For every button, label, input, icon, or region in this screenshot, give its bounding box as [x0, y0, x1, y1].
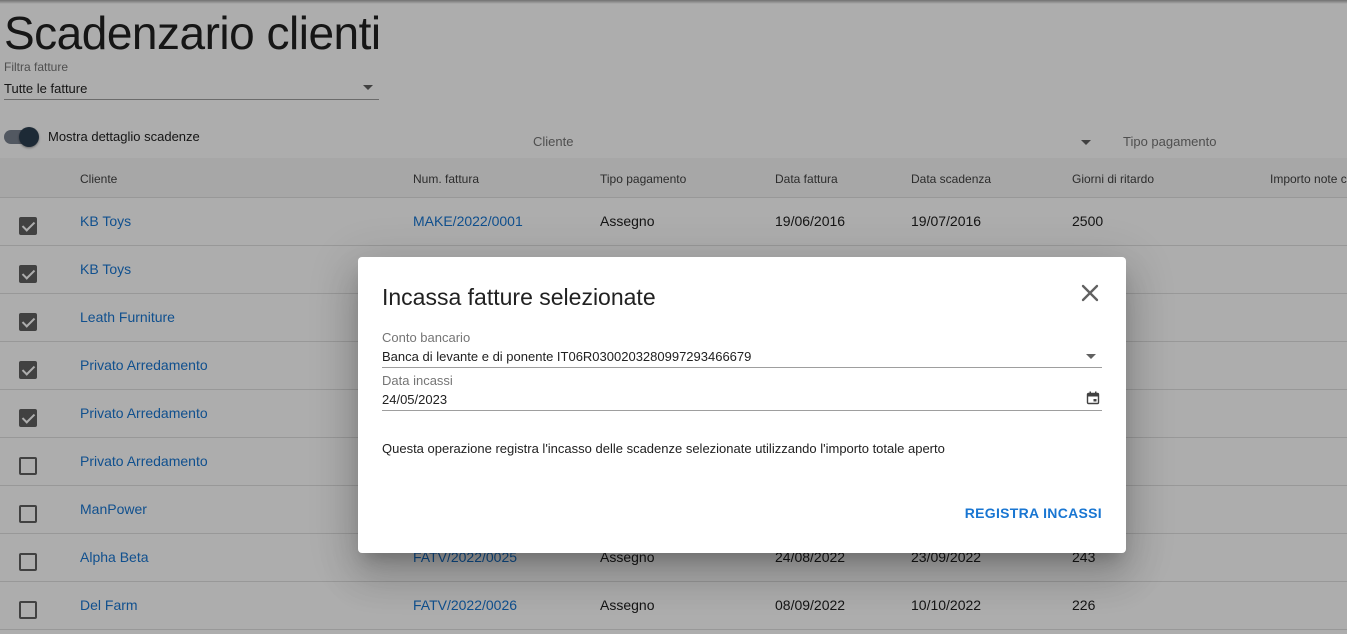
close-button[interactable] [1076, 279, 1104, 307]
conto-bancario-select[interactable]: Conto bancario Banca di levante e di pon… [382, 330, 1102, 368]
chevron-down-icon [1086, 354, 1096, 359]
close-icon [1081, 284, 1099, 302]
incassa-dialog: Incassa fatture selezionate Conto bancar… [358, 257, 1126, 553]
data-incassi-label: Data incassi [382, 373, 453, 388]
dialog-title: Incassa fatture selezionate [382, 284, 656, 310]
data-incassi-value: 24/05/2023 [382, 392, 448, 407]
registra-incassi-button[interactable]: REGISTRA INCASSI [965, 505, 1102, 521]
calendar-icon[interactable] [1086, 391, 1100, 405]
conto-bancario-value: Banca di levante e di ponente IT06R03002… [382, 349, 752, 364]
conto-bancario-label: Conto bancario [382, 330, 471, 345]
data-incassi-field[interactable]: Data incassi 24/05/2023 [382, 373, 1102, 411]
dialog-message: Questa operazione registra l'incasso del… [382, 441, 945, 456]
top-shadow [0, 0, 1347, 4]
